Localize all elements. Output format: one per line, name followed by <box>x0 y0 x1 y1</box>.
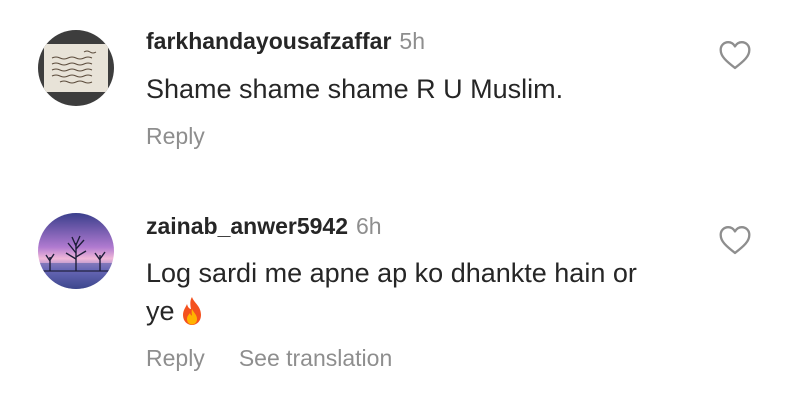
comment-body: Log sardi me apne ap ko dhankte hain or … <box>146 258 637 326</box>
comment-header: farkhandayousafzaffar 5h <box>146 27 425 55</box>
winter-landscape-avatar-icon <box>38 213 114 289</box>
username-link[interactable]: farkhandayousafzaffar <box>146 28 391 54</box>
comment-actions: Reply See translation <box>146 344 426 372</box>
comment-header: zainab_anwer5942 6h <box>146 212 382 240</box>
comment-item: farkhandayousafzaffar 5h Shame shame sham… <box>0 0 800 180</box>
heart-outline-icon[interactable] <box>718 40 752 70</box>
username-link[interactable]: zainab_anwer5942 <box>146 213 348 239</box>
comment-body: Shame shame shame R U Muslim. <box>146 74 564 104</box>
see-translation-button[interactable]: See translation <box>239 344 392 372</box>
comment-item: zainab_anwer5942 6h Log sardi me apne ap … <box>0 180 800 413</box>
comment-actions: Reply <box>146 122 239 150</box>
heart-outline-icon[interactable] <box>718 225 752 255</box>
reply-button[interactable]: Reply <box>146 344 205 372</box>
avatar[interactable] <box>38 30 114 106</box>
urdu-text-image-avatar-icon <box>38 30 114 106</box>
avatar[interactable] <box>38 213 114 289</box>
comment-text: Shame shame shame R U Muslim. <box>146 70 686 108</box>
timestamp: 5h <box>399 28 426 54</box>
reply-button[interactable]: Reply <box>146 122 205 150</box>
timestamp: 6h <box>356 213 382 239</box>
fire-emoji-icon <box>179 296 205 336</box>
comment-text: Log sardi me apne ap ko dhankte hain or … <box>146 254 671 336</box>
